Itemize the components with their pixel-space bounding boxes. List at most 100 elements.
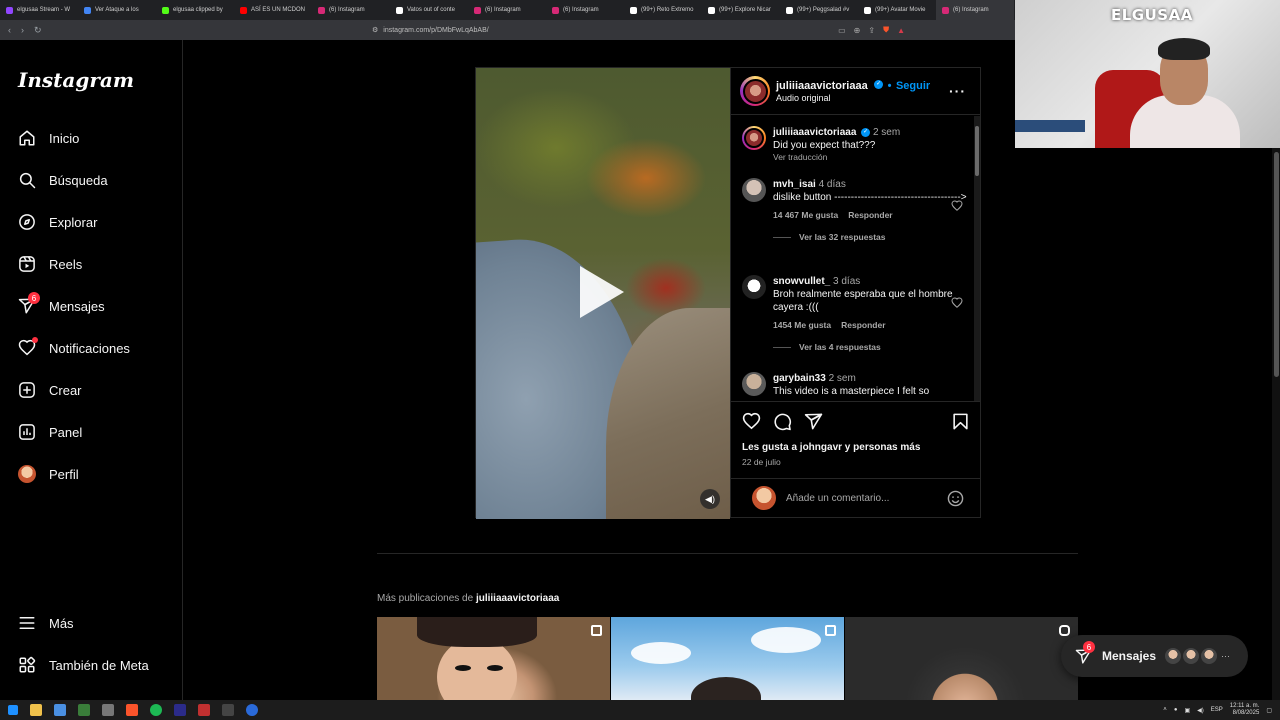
comments-list[interactable]: juliiiaaavictoriaaa ✓ 2 sem Did you expe…	[731, 116, 975, 401]
sidebar-item-perfil[interactable]: Perfil	[18, 462, 79, 486]
comment-username[interactable]: mvh_isai	[773, 179, 816, 190]
browser-tab[interactable]: elgusaa Stream - W	[0, 0, 78, 20]
sidebar-item-mensajes[interactable]: 6 Mensajes	[18, 292, 105, 318]
browser-tab[interactable]: (99+) Avatar Movie	[858, 0, 936, 20]
tab-favicon-icon	[708, 6, 715, 14]
more-post-thumbnail[interactable]	[377, 617, 610, 700]
sidebar-item-panel[interactable]: Panel	[18, 420, 82, 444]
app-icon[interactable]	[198, 704, 210, 716]
comment-likes[interactable]: 14 467 Me gusta	[773, 210, 838, 220]
post-author-username[interactable]: juliiiaaavictoriaaa	[776, 80, 868, 92]
more-post-thumbnail[interactable]	[845, 617, 1078, 700]
view-replies[interactable]: Ver las 4 respuestas	[773, 342, 967, 352]
browser-tab[interactable]: (99+) Reto Extremo	[624, 0, 702, 20]
url-text[interactable]: instagram.com/p/DMbFwLqAbAB/	[383, 27, 488, 34]
emoji-icon[interactable]	[947, 490, 964, 507]
webcam-person-hair	[1158, 38, 1210, 60]
like-icon[interactable]	[742, 412, 761, 431]
reload-icon[interactable]: ↻	[34, 25, 42, 36]
sidebar-item-reels[interactable]: Reels	[18, 252, 82, 276]
sidebar-item-busqueda[interactable]: Búsqueda	[18, 168, 108, 192]
url-field[interactable]: ⚙ instagram.com/p/DMbFwLqAbAB/	[372, 20, 489, 40]
comment-username[interactable]: snowvullet_	[773, 276, 830, 287]
browser-tab[interactable]: elgusaa clipped by	[156, 0, 234, 20]
post-author-avatar[interactable]	[740, 76, 770, 106]
sidebar-item-mas[interactable]: Más	[18, 611, 74, 635]
messages-floating-button[interactable]: 6 Mensajes ···	[1061, 635, 1248, 677]
comment-like-icon[interactable]	[951, 200, 963, 212]
more-posts-username[interactable]: juliiiaaavictoriaaa	[476, 593, 559, 604]
liked-by-text[interactable]: Les gusta a johngavr y personas más	[742, 442, 920, 453]
page-scrollbar[interactable]	[1272, 148, 1280, 700]
caption-username[interactable]: juliiiaaavictoriaaa	[773, 127, 856, 138]
premiere-icon[interactable]	[174, 704, 186, 716]
store-icon[interactable]	[54, 704, 66, 716]
browser-tab[interactable]: (6) Instagram	[936, 0, 1014, 20]
file-explorer-icon[interactable]	[30, 704, 42, 716]
browser-tab[interactable]: (99+) Explore Nicar	[702, 0, 780, 20]
comment-avatar[interactable]	[742, 275, 766, 299]
share-icon[interactable]	[804, 412, 823, 431]
browser-tab[interactable]: (6) Instagram	[312, 0, 390, 20]
volume-icon[interactable]: ◀)	[1197, 707, 1204, 714]
start-icon[interactable]	[8, 705, 18, 715]
instagram-logo[interactable]: Instagram	[18, 68, 134, 92]
translate-link[interactable]: Ver traducción	[773, 152, 967, 162]
comments-scrollbar[interactable]	[974, 116, 980, 401]
brave-browser-icon[interactable]	[126, 704, 138, 716]
reply-button[interactable]: Responder	[841, 320, 885, 330]
more-post-thumbnail[interactable]	[611, 617, 844, 700]
clock[interactable]: 12:11 a. m. 8/08/2025	[1230, 703, 1260, 717]
sidebar-item-inicio[interactable]: Inicio	[18, 126, 79, 150]
comment-likes[interactable]: 1454 Me gusta	[773, 320, 831, 330]
forward-icon[interactable]: ›	[21, 25, 24, 36]
site-info-icon[interactable]: ⚙	[372, 26, 378, 34]
more-options-icon[interactable]: ···	[949, 83, 966, 99]
avatar	[1201, 648, 1217, 664]
reply-button[interactable]: Responder	[848, 210, 892, 220]
comment-item: garybain33 2 sem This video is a masterp…	[742, 372, 967, 398]
brave-shield-icon[interactable]: ⛊	[883, 25, 889, 35]
app-icon[interactable]	[246, 704, 258, 716]
sidebar-item-explorar[interactable]: Explorar	[18, 210, 97, 234]
language-indicator[interactable]: ESP	[1211, 707, 1223, 713]
post-header: juliiiaaavictoriaaa ✓ • Seguir Audio ori…	[731, 68, 980, 115]
post-modal: ◀) juliiiaaavictoriaaa ✓ • Seguir Audio …	[475, 67, 981, 519]
comment-icon[interactable]	[773, 412, 792, 431]
sidebar-item-tambien-de-meta[interactable]: También de Meta	[18, 653, 149, 677]
browser-tab[interactable]: (6) Instagram	[468, 0, 546, 20]
notification-center-icon[interactable]: ▢	[1266, 707, 1272, 714]
cast-icon[interactable]: ▭	[838, 26, 846, 35]
rewards-icon[interactable]: ▲	[897, 26, 905, 35]
comment-like-icon[interactable]	[951, 297, 963, 309]
browser-tab[interactable]: (99+) Peggsalad #v	[780, 0, 858, 20]
network-icon[interactable]: ▣	[1184, 707, 1190, 714]
back-icon[interactable]: ‹	[8, 25, 11, 36]
app-icon[interactable]	[222, 704, 234, 716]
zoom-icon[interactable]: ⊕	[854, 26, 861, 35]
share-icon[interactable]: ⇪	[868, 26, 875, 35]
browser-tab[interactable]: Ver Ataque a los	[78, 0, 156, 20]
chevron-up-icon[interactable]: ˄	[1163, 707, 1167, 713]
comment-username[interactable]: garybain33	[773, 373, 826, 384]
comment-avatar[interactable]	[742, 178, 766, 202]
follow-button[interactable]: Seguir	[896, 80, 930, 92]
sidebar-item-crear[interactable]: Crear	[18, 378, 82, 402]
sidebar-item-notificaciones[interactable]: Notificaciones	[18, 336, 130, 360]
comment-avatar[interactable]	[742, 372, 766, 396]
bookmark-icon[interactable]	[951, 412, 970, 431]
browser-tab[interactable]: (6) Instagram	[546, 0, 624, 20]
xbox-icon[interactable]	[78, 704, 90, 716]
add-comment-input[interactable]: Añade un comentario...	[786, 493, 889, 504]
microphone-icon[interactable]: ●	[1174, 707, 1178, 713]
audio-label[interactable]: Audio original	[776, 92, 930, 104]
browser-tab[interactable]: Vatos out of conte	[390, 0, 468, 20]
post-video[interactable]: ◀)	[476, 68, 730, 519]
spotify-icon[interactable]	[150, 704, 162, 716]
app-icon[interactable]	[102, 704, 114, 716]
view-replies[interactable]: Ver las 32 respuestas	[773, 232, 967, 242]
browser-tab[interactable]: ASÍ ES UN MCDON	[234, 0, 312, 20]
caption-avatar[interactable]	[742, 126, 766, 150]
play-icon[interactable]	[580, 266, 624, 318]
audio-icon[interactable]: ◀)	[700, 489, 720, 509]
